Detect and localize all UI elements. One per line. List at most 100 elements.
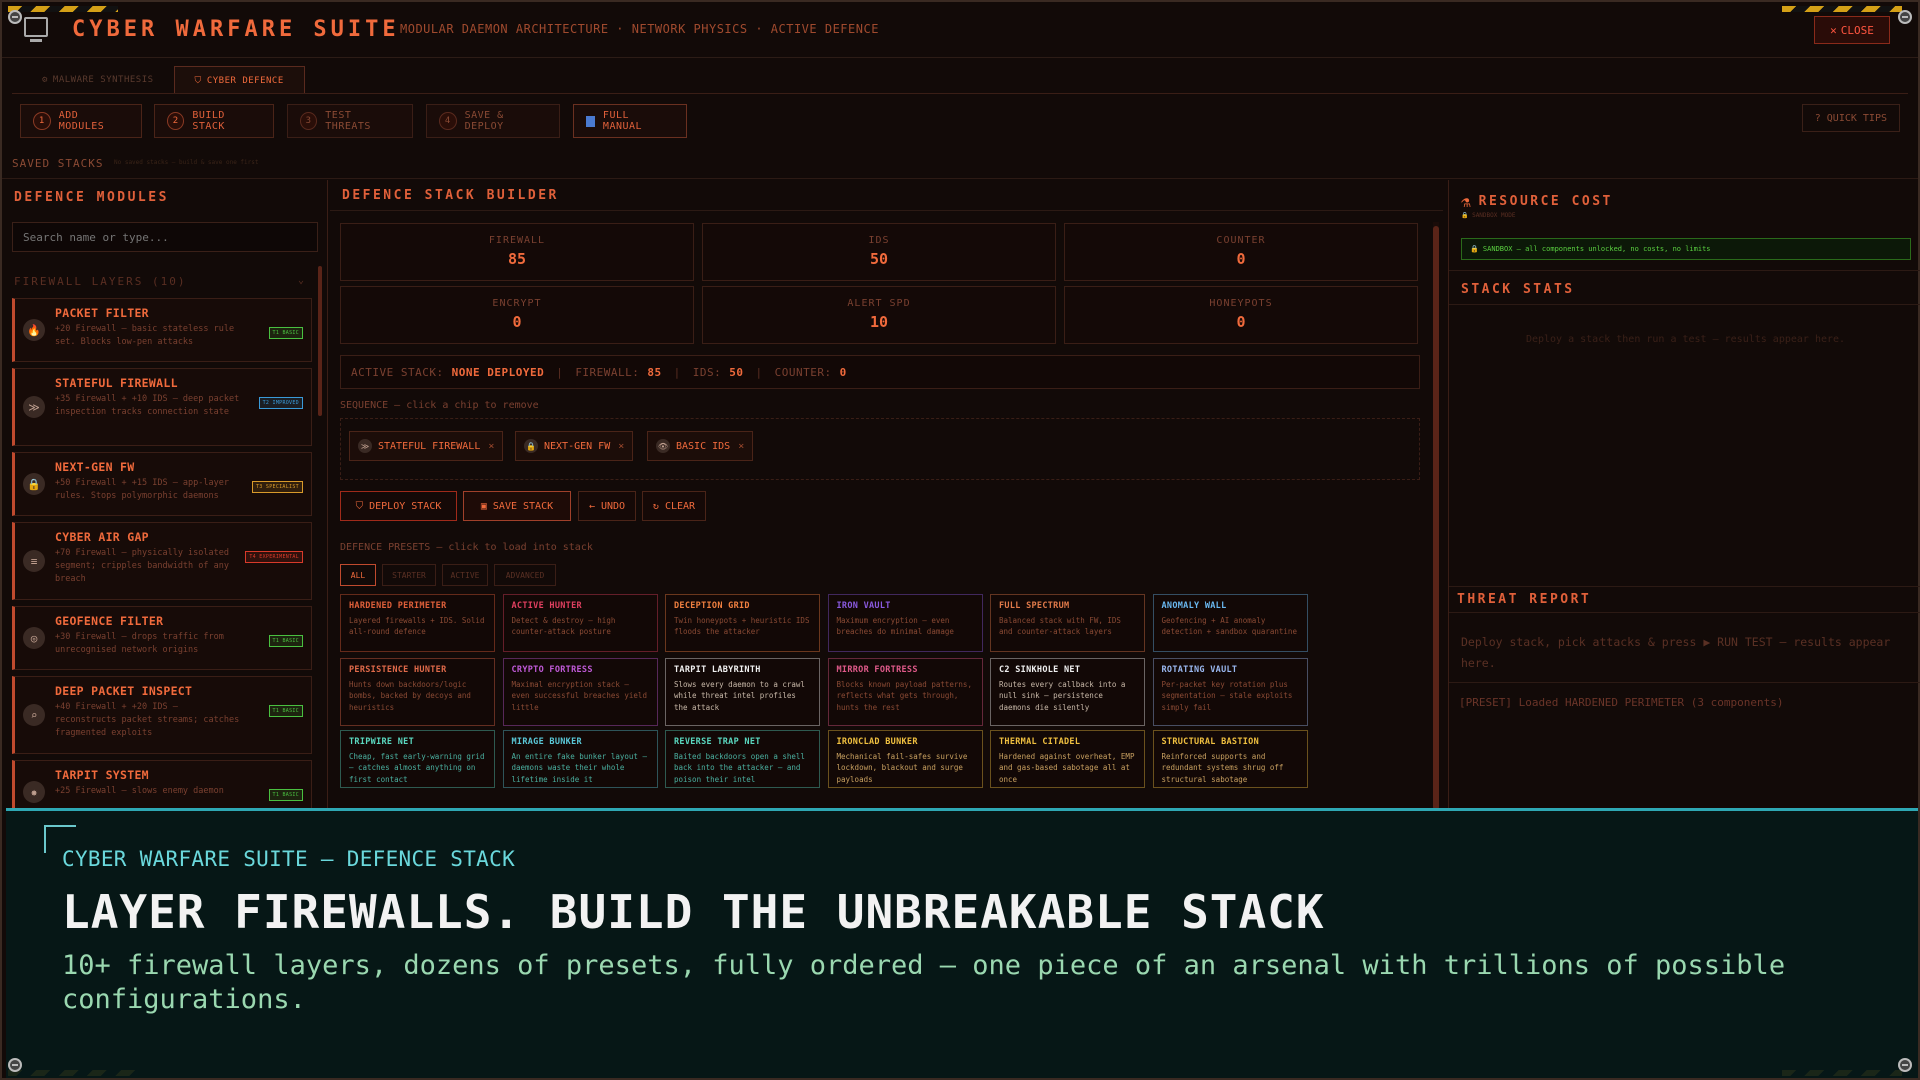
module-card[interactable]: ≫ STATEFUL FIREWALL +35 Firewall + +10 I… (12, 368, 312, 446)
tab-malware-synthesis[interactable]: ⚙ MALWARE SYNTHESIS (22, 66, 174, 94)
stat-alert-speed: ALERT SPD 10 (702, 286, 1056, 344)
divider (1449, 612, 1920, 613)
divider (1449, 270, 1920, 271)
preset-card[interactable]: TRIPWIRE NET Cheap, fast early-warning gr… (340, 730, 495, 788)
preset-name: STRUCTURAL BASTION (1161, 737, 1260, 747)
tarpit-icon: ✸ (23, 781, 45, 803)
preset-name: ROTATING VAULT (1161, 665, 1238, 675)
flask-icon: ⚗ (1461, 192, 1471, 211)
preset-card[interactable]: ANOMALY WALL Geofencing + AI anomaly dete… (1152, 594, 1308, 652)
preset-desc: Maximal encryption stack — even successf… (511, 680, 647, 712)
quick-tips-button[interactable]: ? QUICK TIPS (1801, 104, 1900, 132)
preset-card[interactable]: REVERSE TRAP NET Baited backdoors open a … (665, 730, 820, 788)
preset-card[interactable]: PERSISTENCE HUNTER Hunts down backdoors/l… (340, 658, 495, 726)
refresh-icon: ↻ (652, 500, 659, 512)
bolt-icon (8, 1058, 22, 1072)
chevrons-icon: ≫ (23, 396, 45, 418)
clear-button[interactable]: ↻ CLEAR (642, 491, 706, 521)
sequence-dropzone[interactable]: ≫ STATEFUL FIREWALL × 🔒 NEXT-GEN FW × 👁 BASIC… (340, 418, 1420, 480)
promo-banner: CYBER WARFARE SUITE — DEFENCE STACK LAYE… (6, 808, 1918, 1078)
filter-active[interactable]: ACTIVE (442, 564, 488, 586)
save-stack-button[interactable]: ▣ SAVE STACK (463, 491, 571, 521)
chevron-down-icon[interactable]: ⌄ (298, 275, 304, 286)
monitor-icon (24, 17, 48, 42)
preset-card[interactable]: FULL SPECTRUM Balanced stack with FW, IDS… (990, 594, 1145, 652)
preset-card[interactable]: STRUCTURAL BASTION Reinforced supports an… (1152, 730, 1308, 788)
preset-card[interactable]: IRON VAULT Maximum encryption — even brea… (827, 594, 983, 652)
module-card[interactable]: 🔒 NEXT-GEN FW +50 Firewall + +15 IDS — a… (12, 452, 312, 516)
builder-scrollbar[interactable] (1433, 222, 1439, 810)
preset-name: IRON VAULT (836, 601, 891, 611)
divider (330, 210, 1443, 211)
module-search-input[interactable] (12, 222, 318, 252)
preset-desc: Layered firewalls + IDS. Solid all-round… (349, 616, 485, 637)
mode-tabs: ⚙ MALWARE SYNTHESIS ⛉ CYBER DEFENCE (22, 66, 305, 94)
active-stack-bar: ACTIVE STACK: NONE DEPLOYED | FIREWALL: 85… (340, 355, 1420, 389)
workflow-toolbar: 1 ADD MODULES 2 BUILD STACK 3 TEST THREATS … (20, 104, 1900, 138)
book-icon (586, 115, 595, 127)
deploy-stack-button[interactable]: ⛉ DEPLOY STACK (340, 491, 457, 521)
preset-card[interactable]: THERMAL CITADEL Hardened against overheat… (990, 730, 1145, 788)
filter-advanced[interactable]: ADVANCED (494, 564, 556, 586)
preset-name: PERSISTENCE HUNTER (349, 665, 447, 675)
air-gap-icon: ≡ (23, 550, 45, 572)
preset-name: MIRROR FORTRESS (836, 665, 918, 675)
preset-name: C2 SINKHOLE NET (999, 665, 1081, 675)
preset-card[interactable]: IRONCLAD BUNKER Mechanical fail-safes sur… (827, 730, 983, 788)
module-card[interactable]: ≡ CYBER AIR GAP +70 Firewall — physicall… (12, 522, 312, 600)
divider (12, 93, 1908, 94)
remove-icon[interactable]: × (618, 441, 624, 452)
filter-starter[interactable]: STARTER (382, 564, 436, 586)
app-window: CYBER WARFARE SUITE MODULAR DAEMON ARCHI… (0, 0, 1920, 1080)
shield-icon: ⛉ (194, 75, 202, 86)
preset-card[interactable]: ACTIVE HUNTER Detect & destroy — high cou… (502, 594, 658, 652)
sequence-chip[interactable]: 🔒 NEXT-GEN FW × (515, 431, 634, 461)
filter-all[interactable]: ALL (340, 564, 376, 586)
undo-button[interactable]: ← UNDO (578, 491, 636, 521)
module-list-scrollbar[interactable] (318, 266, 322, 416)
module-desc: +30 Firewall — drops traffic from unreco… (55, 632, 224, 655)
preset-card[interactable]: CRYPTO FORTRESS Maximal encryption stack … (502, 658, 658, 726)
bolt-icon (1898, 1058, 1912, 1072)
preset-desc: Mechanical fail-safes survive lockdown, … (836, 752, 968, 784)
app-subtitle: MODULAR DAEMON ARCHITECTURE · NETWORK PH… (400, 22, 879, 36)
tier-badge: T4 EXPERIMENTAL (245, 551, 303, 563)
preset-card[interactable]: MIRAGE BUNKER An entire fake bunker layou… (502, 730, 658, 788)
step-save-deploy-button[interactable]: 4 SAVE & DEPLOY (426, 104, 560, 138)
preset-card[interactable]: DECEPTION GRID Twin honeypots + heuristic… (665, 594, 820, 652)
module-card[interactable]: ✸ TARPIT SYSTEM +25 Firewall — slows ene… (12, 760, 312, 810)
step-test-threats-button[interactable]: 3 TEST THREATS (287, 104, 413, 138)
stat-counter: COUNTER 0 (1064, 223, 1418, 281)
preset-card[interactable]: ROTATING VAULT Per-packet key rotation pl… (1152, 658, 1308, 726)
magnifier-icon: ⌕ (23, 704, 45, 726)
module-name: PACKET FILTER (55, 306, 149, 320)
tab-cyber-defence[interactable]: ⛉ CYBER DEFENCE (173, 66, 305, 94)
eye-icon: 👁 (656, 439, 670, 453)
lock-icon: 🔒 (23, 473, 45, 495)
preset-desc: Reinforced supports and redundant system… (1161, 752, 1284, 784)
preset-card[interactable]: TARPIT LABYRINTH Slows every daemon to a … (665, 658, 820, 726)
module-card[interactable]: 🔥 PACKET FILTER +20 Firewall — basic sta… (12, 298, 312, 362)
preset-card[interactable]: HARDENED PERIMETER Layered firewalls + ID… (340, 594, 495, 652)
preset-desc: Geofencing + AI anomaly detection + sand… (1161, 616, 1297, 637)
module-card[interactable]: ◎ GEOFENCE FILTER +30 Firewall — drops t… (12, 606, 312, 670)
preset-name: MIRAGE BUNKER (511, 737, 582, 747)
sequence-chip[interactable]: 👁 BASIC IDS × (647, 431, 754, 461)
preset-card[interactable]: MIRROR FORTRESS Blocks known payload patt… (827, 658, 983, 726)
module-card[interactable]: ⌕ DEEP PACKET INSPECT +40 Firewall + +20… (12, 676, 312, 754)
step-build-stack-button[interactable]: 2 BUILD STACK (154, 104, 274, 138)
sequence-chip[interactable]: ≫ STATEFUL FIREWALL × (349, 431, 504, 461)
remove-icon[interactable]: × (488, 441, 494, 452)
category-header[interactable]: FIREWALL LAYERS (10) (14, 275, 186, 288)
preset-card[interactable]: C2 SINKHOLE NET Routes every callback int… (990, 658, 1145, 726)
preset-desc: Cheap, fast early-warning grid — catches… (349, 752, 485, 784)
title-bar: CYBER WARFARE SUITE MODULAR DAEMON ARCHI… (2, 2, 1918, 58)
full-manual-button[interactable]: FULL MANUAL (573, 104, 687, 138)
stat-ids: IDS 50 (702, 223, 1056, 281)
remove-icon[interactable]: × (738, 441, 744, 452)
step-add-modules-button[interactable]: 1 ADD MODULES (20, 104, 142, 138)
panel-title: DEFENCE MODULES (14, 190, 169, 205)
close-button[interactable]: ✕ CLOSE (1814, 16, 1890, 44)
threat-report-log: [PRESET] Loaded HARDENED PERIMETER (3 co… (1459, 696, 1784, 709)
report-panel: ⚗ RESOURCE COST 🔒 SANDBOX MODE 🔒 SANDBOX … (1448, 180, 1920, 810)
